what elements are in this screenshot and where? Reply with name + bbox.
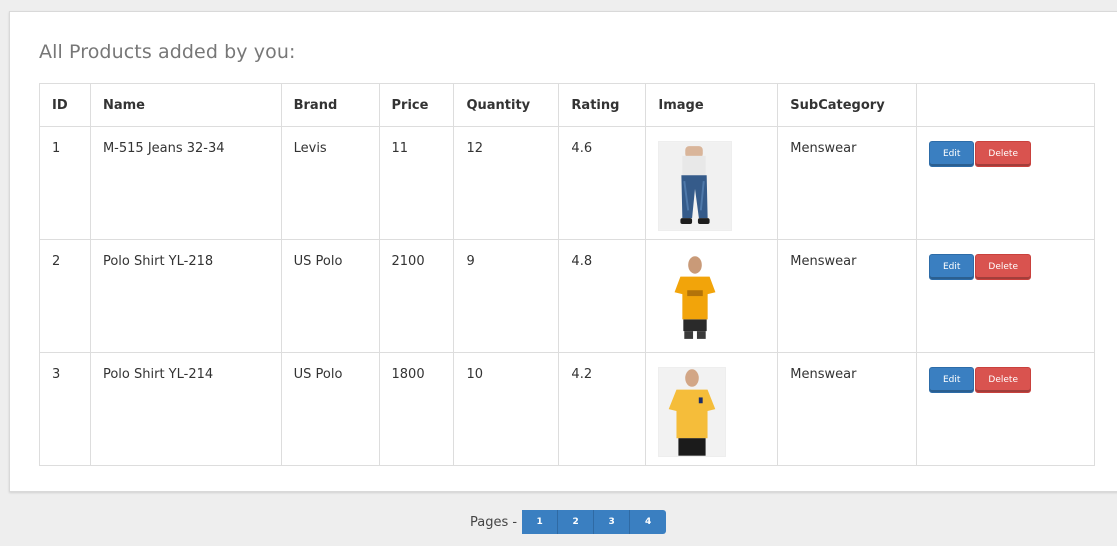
- page-button-3[interactable]: 3: [594, 510, 631, 534]
- cell-price: 11: [378, 126, 455, 240]
- cell-rating: 4.8: [558, 239, 647, 353]
- page-button-2[interactable]: 2: [558, 510, 595, 534]
- header-image: Image: [645, 83, 779, 127]
- header-quantity: Quantity: [453, 83, 560, 127]
- product-image-jeans: [658, 141, 733, 231]
- products-panel: All Products added by you: ID Name Brand…: [9, 11, 1117, 492]
- table-header-row: ID Name Brand Price Quantity Rating Imag…: [39, 83, 1095, 127]
- edit-button[interactable]: Edit: [929, 141, 975, 167]
- header-actions: [916, 83, 1095, 127]
- header-id: ID: [39, 83, 91, 127]
- page-button-1[interactable]: 1: [522, 510, 559, 534]
- cell-quantity: 10: [453, 352, 560, 466]
- pagination: Pages - 1 2 3 4: [470, 510, 667, 534]
- cell-name: M-515 Jeans 32-34: [89, 126, 282, 240]
- cell-rating: 4.6: [558, 126, 647, 240]
- cell-brand: US Polo: [280, 239, 380, 353]
- cell-image: [645, 126, 779, 240]
- delete-button[interactable]: Delete: [975, 254, 1032, 280]
- header-price: Price: [378, 83, 455, 127]
- product-image-polo-orange: [658, 254, 733, 344]
- pagination-label: Pages -: [470, 514, 518, 530]
- cell-actions: Edit Delete: [916, 352, 1095, 466]
- header-subcategory: SubCategory: [777, 83, 918, 127]
- panel-title: All Products added by you:: [39, 41, 296, 63]
- cell-brand: US Polo: [280, 352, 380, 466]
- header-rating: Rating: [558, 83, 647, 127]
- header-brand: Brand: [280, 83, 380, 127]
- cell-brand: Levis: [280, 126, 380, 240]
- edit-button[interactable]: Edit: [929, 254, 975, 280]
- products-table: ID Name Brand Price Quantity Rating Imag…: [39, 83, 1095, 466]
- cell-name: Polo Shirt YL-218: [89, 239, 282, 353]
- delete-button[interactable]: Delete: [975, 367, 1032, 393]
- page-button-4[interactable]: 4: [630, 510, 667, 534]
- table-row: 3 Polo Shirt YL-214 US Polo 1800 10 4.2 …: [39, 352, 1095, 466]
- cell-price: 1800: [378, 352, 455, 466]
- cell-subcategory: Menswear: [777, 352, 918, 466]
- delete-button[interactable]: Delete: [975, 141, 1032, 167]
- cell-quantity: 12: [453, 126, 560, 240]
- product-image-polo-yellow: [658, 367, 727, 457]
- cell-id: 1: [39, 126, 91, 240]
- cell-subcategory: Menswear: [777, 126, 918, 240]
- cell-image: [645, 352, 779, 466]
- cell-actions: Edit Delete: [916, 126, 1095, 240]
- header-name: Name: [89, 83, 282, 127]
- table-row: 2 Polo Shirt YL-218 US Polo 2100 9 4.8 M…: [39, 239, 1095, 353]
- table-row: 1 M-515 Jeans 32-34 Levis 11 12 4.6 Mens…: [39, 126, 1095, 240]
- edit-button[interactable]: Edit: [929, 367, 975, 393]
- cell-id: 2: [39, 239, 91, 353]
- cell-image: [645, 239, 779, 353]
- cell-subcategory: Menswear: [777, 239, 918, 353]
- cell-name: Polo Shirt YL-214: [89, 352, 282, 466]
- cell-id: 3: [39, 352, 91, 466]
- cell-rating: 4.2: [558, 352, 647, 466]
- cell-actions: Edit Delete: [916, 239, 1095, 353]
- cell-price: 2100: [378, 239, 455, 353]
- cell-quantity: 9: [453, 239, 560, 353]
